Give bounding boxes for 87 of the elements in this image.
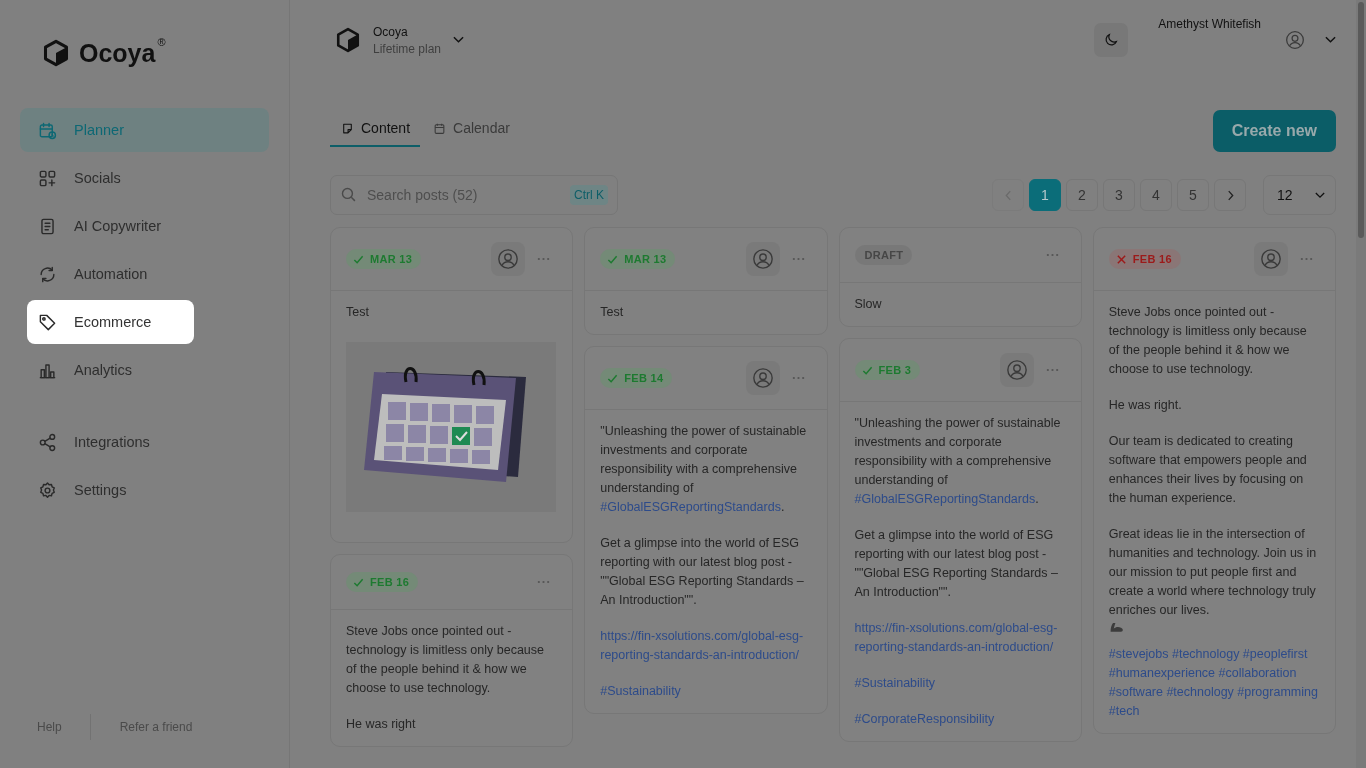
user-avatar-icon	[751, 248, 774, 270]
post-text: Steve Jobs once pointed out - technology is limitless only because of the people behind it & how we choose to use technology.	[346, 624, 545, 695]
status-badge: MAR 13	[346, 249, 422, 269]
tab[interactable]: Calendar	[422, 116, 520, 147]
post-link[interactable]: #Sustainability	[854, 674, 1066, 693]
moon-icon	[1103, 32, 1120, 48]
post-card[interactable]	[1092, 227, 1336, 734]
dark-mode-button[interactable]	[1094, 23, 1129, 57]
user-avatar-icon	[497, 248, 520, 270]
user-name: Amethyst Whitefish	[1158, 17, 1261, 31]
post-text: Test	[600, 305, 624, 319]
account-button[interactable]	[491, 242, 526, 276]
page-button[interactable]: 3	[1103, 179, 1135, 211]
shortcut-hint: Ctrl K	[570, 185, 608, 205]
sidebar-item[interactable]: Automation	[20, 252, 269, 296]
post-card[interactable]	[838, 338, 1082, 742]
status-badge: FEB 16	[346, 572, 419, 592]
post-text: Our team is dedicated to creating software that empowers people and enhances their lives by focusing on the human experience.	[1108, 434, 1307, 505]
post-link[interactable]: #GlobalESGReportingStandards	[600, 500, 781, 514]
chevron-down-icon	[1315, 191, 1325, 199]
post-text: He was right	[346, 717, 416, 731]
post-link[interactable]: #Sustainability	[600, 682, 812, 701]
chevron-right-icon	[1226, 189, 1234, 201]
status-badge: FEB 3	[854, 360, 921, 380]
page-size-select[interactable]: 12	[1263, 175, 1336, 215]
grid-plus-icon	[38, 168, 57, 188]
user-avatar-icon[interactable]	[1285, 30, 1305, 50]
post-text: Steve Jobs once pointed out - technology is limitless only because of the people behind it & how we choose to use technology.	[1108, 305, 1307, 376]
status-badge: MAR 13	[600, 249, 676, 269]
chevron-down-icon[interactable]	[1325, 36, 1336, 44]
page-button[interactable]: 5	[1177, 179, 1209, 211]
account-button[interactable]	[745, 242, 780, 276]
post-card[interactable]: MAR 13 Test	[584, 227, 828, 335]
post-text: Slow	[854, 297, 882, 311]
post-text: Great ideas lie in the intersection of humanities and technology. Join us in our mission to put people first and create a world where technology truly enriches our lives.	[1108, 527, 1317, 617]
post-text: "Unleashing the power of sustainable investments and corporate responsibility with a comprehensive understanding of	[600, 424, 807, 495]
sidebar-item[interactable]: Analytics	[20, 348, 269, 392]
sidebar-item[interactable]: Integrations	[20, 420, 269, 464]
post-link[interactable]: #CorporateResponsibility	[854, 710, 1066, 729]
page-button[interactable]: 2	[1066, 179, 1098, 211]
sidebar-item[interactable]: Settings	[20, 468, 269, 512]
scrollbar[interactable]	[1356, 0, 1366, 768]
user-avatar-icon	[1005, 359, 1028, 381]
workspace-plan: Lifetime plan	[373, 41, 442, 56]
registered-mark: ®	[157, 36, 166, 48]
tab[interactable]: Content	[330, 116, 421, 147]
post-text: Get a glimpse into the world of ESG reporting with our latest blog post - ""Global ESG Reporting Standards – An Introduction"".	[600, 536, 804, 607]
post-link[interactable]: https://fin-xsolutions.com/global-esg-reporting-standards-an-introduction/	[600, 627, 812, 665]
post-card[interactable]	[584, 346, 828, 714]
user-avatar-icon	[1260, 248, 1282, 270]
user-avatar-icon	[751, 367, 774, 389]
share-icon	[38, 432, 57, 452]
page-button[interactable]: 4	[1140, 179, 1172, 211]
workspace-name: Ocoya	[373, 24, 409, 39]
sidebar-item[interactable]: Socials	[20, 156, 269, 200]
account-button[interactable]	[999, 353, 1034, 387]
cube-logo-icon	[42, 38, 70, 68]
post-text: "Unleashing the power of sustainable investments and corporate responsibility with a comprehensive understanding of	[854, 416, 1061, 487]
post-text: He was right.	[1108, 398, 1182, 412]
status-badge: FEB 16	[1108, 249, 1181, 269]
document-icon	[38, 216, 57, 236]
chevron-down-icon[interactable]	[453, 36, 465, 44]
post-text: Get a glimpse into the world of ESG reporting with our latest blog post - ""Global ESG Reporting Standards – An Introduction"".	[854, 528, 1058, 599]
create-new-button[interactable]: Create new	[1212, 110, 1336, 152]
note-icon	[341, 121, 354, 135]
cube-logo-icon	[335, 26, 361, 54]
tag-icon	[38, 312, 57, 332]
search-icon	[340, 186, 357, 203]
post-text: .	[1035, 492, 1039, 506]
refresh-icon	[38, 264, 57, 284]
post-link[interactable]: https://fin-xsolutions.com/global-esg-reporting-standards-an-introduction/	[854, 619, 1066, 657]
flexed-arm-icon	[1108, 621, 1125, 633]
post-text: Test	[346, 305, 369, 319]
post-card[interactable]: MAR 13 Test	[330, 227, 574, 543]
settings-icon	[38, 480, 57, 500]
page-button[interactable]: 1	[1029, 179, 1061, 211]
calendar-clock-icon	[38, 120, 57, 140]
status-badge: FEB 14	[600, 368, 673, 388]
sidebar-item[interactable]: AI Copywriter	[20, 204, 269, 248]
account-button[interactable]	[745, 361, 780, 395]
calendar-icon	[433, 121, 447, 135]
brand-name: Ocoya	[79, 38, 156, 68]
account-button[interactable]	[1254, 242, 1288, 276]
sidebar-item[interactable]: Ecommerce	[27, 300, 194, 344]
post-card[interactable]: FEB 16 Steve Jobs once pointed out - technology is limitless only because of the people behind it & how we choose to use technology. He was right	[330, 554, 574, 747]
post-text: .	[780, 500, 785, 514]
post-link[interactable]: #stevejobs #technology #peoplefirst #humanexperience #collaboration #software #technology #programming #tech	[1108, 645, 1320, 721]
